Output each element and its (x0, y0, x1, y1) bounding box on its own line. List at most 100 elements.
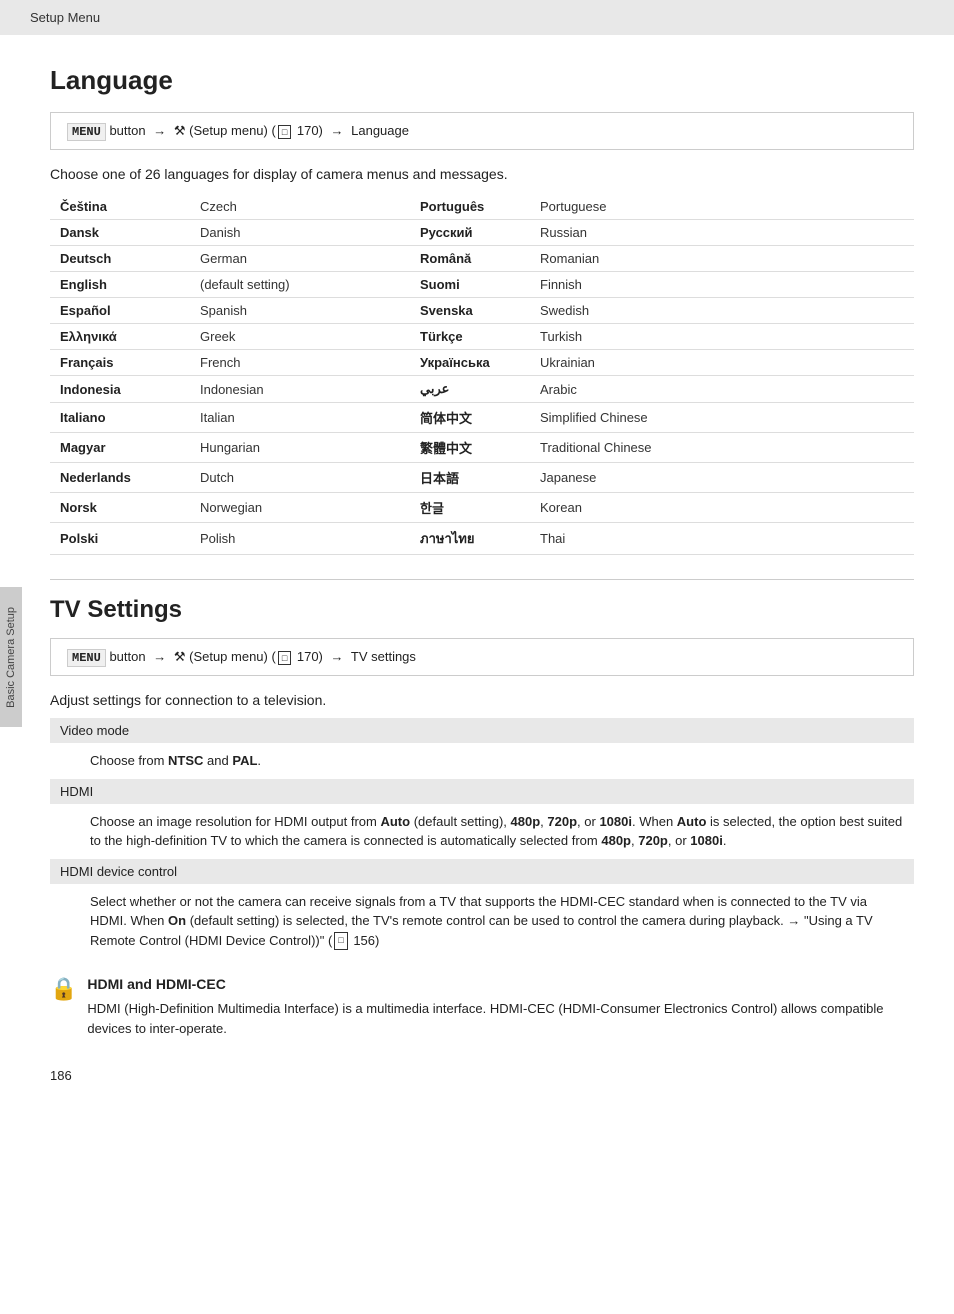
lang-native-right: 日本語 (390, 463, 530, 493)
video-mode-body: Choose from NTSC and PAL. (50, 743, 914, 779)
lang-native-left: Ελληνικά (50, 324, 190, 350)
language-table-row: Čeština Czech Português Portuguese (50, 194, 914, 220)
tv-menu-path: MENU button → ⚒ (Setup menu) (□ 170) → T… (50, 638, 914, 676)
lang-native-left: Français (50, 350, 190, 376)
lang-english-left: Polish (190, 523, 390, 555)
lang-native-left: Italiano (50, 403, 190, 433)
lang-english-left: Norwegian (190, 493, 390, 523)
arrow1: → (153, 123, 166, 138)
arrow2: → (331, 123, 344, 138)
setup-text: (Setup menu) ( (189, 123, 276, 138)
video-mode-subsection: Video mode Choose from NTSC and PAL. (50, 718, 914, 779)
main-content: Language MENU button → ⚒ (Setup menu) (□… (0, 35, 954, 1058)
lang-english-right: Russian (530, 220, 914, 246)
language-table-row: Français French Українська Ukrainian (50, 350, 914, 376)
pal-label: PAL (232, 753, 257, 768)
lang-native-right: Suomi (390, 272, 530, 298)
wrench-icon: ⚒ (174, 123, 189, 138)
language-table-row: Indonesia Indonesian عربي Arabic (50, 376, 914, 403)
lang-english-left: Greek (190, 324, 390, 350)
lang-english-left: French (190, 350, 390, 376)
language-table-row: Nederlands Dutch 日本語 Japanese (50, 463, 914, 493)
auto-label: Auto (380, 814, 410, 829)
video-mode-header: Video mode (50, 718, 914, 743)
lang-english-left: Spanish (190, 298, 390, 324)
lang-english-left: Dutch (190, 463, 390, 493)
language-table-row: Italiano Italian 简体中文 Simplified Chinese (50, 403, 914, 433)
note-icon: 🔒 (50, 976, 77, 1002)
lang-english-right: Romanian (530, 246, 914, 272)
language-table-row: Dansk Danish Русский Russian (50, 220, 914, 246)
auto-label2: Auto (677, 814, 707, 829)
language-table-row: English (default setting) Suomi Finnish (50, 272, 914, 298)
lang-english-right: Finnish (530, 272, 914, 298)
lang-english-left: Indonesian (190, 376, 390, 403)
tv-book-icon: □ (278, 651, 291, 665)
lang-english-right: Japanese (530, 463, 914, 493)
lang-native-left: Deutsch (50, 246, 190, 272)
720p-label2: 720p (638, 833, 668, 848)
note-box: 🔒 HDMI and HDMI-CEC HDMI (High-Definitio… (50, 974, 914, 1038)
720p-label: 720p (547, 814, 577, 829)
1080i-label2: 1080i (690, 833, 723, 848)
ntsc-label: NTSC (168, 753, 203, 768)
lang-native-right: Русский (390, 220, 530, 246)
hdmi-subsection: HDMI Choose an image resolution for HDMI… (50, 779, 914, 859)
language-intro: Choose one of 26 languages for display o… (50, 166, 914, 182)
hdmi-header: HDMI (50, 779, 914, 804)
hdmi-device-control-body: Select whether or not the camera can rec… (50, 884, 914, 959)
tv-arrow1: → (153, 649, 166, 664)
page-ref-lang: 170) (293, 123, 326, 138)
lang-english-right: Korean (530, 493, 914, 523)
lang-native-right: Română (390, 246, 530, 272)
section-divider (50, 579, 914, 580)
button-text: button (109, 123, 149, 138)
lang-english-left: Danish (190, 220, 390, 246)
tv-arrow2: → (331, 649, 344, 664)
lang-native-right: 繁體中文 (390, 433, 530, 463)
language-table: Čeština Czech Português Portuguese Dansk… (50, 194, 914, 555)
tv-section-title: TV Settings (50, 596, 914, 624)
language-table-row: Español Spanish Svenska Swedish (50, 298, 914, 324)
tv-menu-keyword: MENU (67, 649, 106, 667)
lang-english-right: Turkish (530, 324, 914, 350)
lang-english-left: German (190, 246, 390, 272)
language-table-row: Deutsch German Română Romanian (50, 246, 914, 272)
1080i-label: 1080i (599, 814, 632, 829)
lang-native-right: ภาษาไทย (390, 523, 530, 555)
lang-english-right: Thai (530, 523, 914, 555)
lang-english-right: Arabic (530, 376, 914, 403)
lang-native-left: English (50, 272, 190, 298)
lang-english-right: Ukrainian (530, 350, 914, 376)
lang-native-left: Indonesia (50, 376, 190, 403)
tv-intro: Adjust settings for connection to a tele… (50, 692, 914, 708)
lang-native-left: Čeština (50, 194, 190, 220)
language-table-row: Magyar Hungarian 繁體中文 Traditional Chines… (50, 433, 914, 463)
language-table-row: Polski Polish ภาษาไทย Thai (50, 523, 914, 555)
sidebar-label: Basic Camera Setup (5, 607, 17, 708)
hdmi-device-control-subsection: HDMI device control Select whether or no… (50, 859, 914, 959)
lang-english-left: Czech (190, 194, 390, 220)
lang-english-left: (default setting) (190, 272, 390, 298)
lang-native-left: Dansk (50, 220, 190, 246)
lang-english-left: Italian (190, 403, 390, 433)
language-table-row: Ελληνικά Greek Türkçe Turkish (50, 324, 914, 350)
lang-destination: Language (351, 123, 409, 138)
note-content: HDMI and HDMI-CEC HDMI (High-Definition … (87, 974, 914, 1038)
lang-english-right: Portuguese (530, 194, 914, 220)
lang-native-right: Українська (390, 350, 530, 376)
lang-english-right: Simplified Chinese (530, 403, 914, 433)
on-label: On (168, 913, 186, 928)
language-menu-path: MENU button → ⚒ (Setup menu) (□ 170) → L… (50, 112, 914, 150)
lang-native-left: Polski (50, 523, 190, 555)
tv-setup-text: (Setup menu) ( (189, 649, 276, 664)
hdmi-body: Choose an image resolution for HDMI outp… (50, 804, 914, 859)
480p-label: 480p (511, 814, 541, 829)
book-icon: □ (278, 125, 291, 139)
note-title: HDMI and HDMI-CEC (87, 974, 914, 995)
tv-button-text: button (109, 649, 149, 664)
lang-native-left: Magyar (50, 433, 190, 463)
header-label: Setup Menu (30, 10, 100, 25)
lang-english-right: Swedish (530, 298, 914, 324)
tv-destination: TV settings (351, 649, 416, 664)
